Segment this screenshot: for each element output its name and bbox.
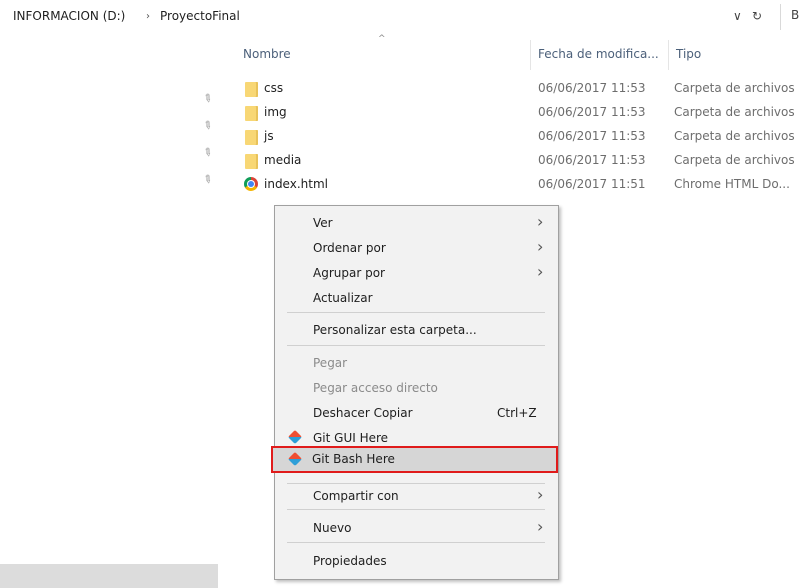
divider: [780, 4, 781, 30]
menu-item-label: Personalizar esta carpeta...: [313, 323, 477, 337]
file-date: 06/06/2017 11:53: [538, 153, 646, 167]
breadcrumb-folder[interactable]: ProyectoFinal: [160, 9, 240, 23]
file-type: Carpeta de archivos: [674, 81, 795, 95]
file-type: Chrome HTML Do...: [674, 177, 790, 191]
column-divider[interactable]: [668, 40, 669, 70]
menu-item-label: Agrupar por: [313, 266, 385, 280]
refresh-icon[interactable]: ↻: [752, 9, 762, 23]
menu-item-shortcut: Ctrl+Z: [497, 406, 537, 420]
file-type: Carpeta de archivos: [674, 105, 795, 119]
menu-item-label: Git GUI Here: [313, 431, 389, 445]
menu-item-label: Propiedades: [313, 554, 387, 568]
column-date[interactable]: Fecha de modifica...: [538, 47, 659, 61]
menu-separator: [287, 509, 545, 510]
file-date: 06/06/2017 11:51: [538, 177, 646, 191]
file-name: index.html: [264, 177, 328, 191]
file-name: img: [264, 105, 287, 119]
git-icon: [287, 429, 303, 445]
file-date: 06/06/2017 11:53: [538, 81, 646, 95]
file-name: css: [264, 81, 284, 95]
file-type: Carpeta de archivos: [674, 129, 795, 143]
folder-icon: [245, 130, 258, 145]
context-menu: Ver › Ordenar por › Agrupar por › Actual…: [274, 205, 559, 580]
navigation-pane-item[interactable]: [0, 564, 218, 588]
sort-ascending-icon: ^: [378, 34, 386, 44]
file-row[interactable]: img 06/06/2017 11:53 Carpeta de archivos: [240, 101, 800, 125]
folder-icon: [245, 82, 258, 97]
menu-item-pegar-acceso-directo: Pegar acceso directo: [275, 376, 558, 400]
menu-item-nuevo[interactable]: Nuevo ›: [275, 516, 558, 540]
folder-icon: [245, 154, 258, 169]
git-icon: [287, 451, 303, 467]
menu-item-ordenar-por[interactable]: Ordenar por ›: [275, 236, 558, 260]
menu-item-label: Pegar: [313, 356, 348, 370]
chevron-right-icon: ›: [537, 212, 544, 231]
column-name[interactable]: Nombre: [243, 47, 291, 61]
menu-item-label: Compartir con: [313, 489, 399, 503]
chevron-down-icon[interactable]: ∨: [733, 9, 742, 23]
file-name: media: [264, 153, 302, 167]
column-header: ^ Nombre Fecha de modifica... Tipo: [0, 34, 800, 70]
menu-item-label: Actualizar: [313, 291, 373, 305]
menu-item-label: Pegar acceso directo: [313, 381, 438, 395]
menu-item-actualizar[interactable]: Actualizar: [275, 286, 558, 310]
menu-item-label: Git Bash Here: [312, 452, 395, 466]
file-name: js: [264, 129, 274, 143]
file-row[interactable]: js 06/06/2017 11:53 Carpeta de archivos: [240, 125, 800, 149]
menu-item-git-bash-here[interactable]: Git Bash Here: [271, 446, 558, 473]
search-box-partial[interactable]: B: [791, 8, 799, 22]
chrome-icon: [244, 177, 258, 191]
pin-icon: ✎: [200, 144, 216, 161]
file-date: 06/06/2017 11:53: [538, 129, 646, 143]
menu-item-label: Deshacer Copiar: [313, 406, 413, 420]
menu-item-compartir-con[interactable]: Compartir con ›: [275, 484, 558, 508]
file-row[interactable]: css 06/06/2017 11:53 Carpeta de archivos: [240, 77, 800, 101]
menu-item-label: Ver: [313, 216, 333, 230]
breadcrumb-drive[interactable]: INFORMACION (D:): [13, 9, 125, 23]
menu-item-deshacer-copiar[interactable]: Deshacer Copiar Ctrl+Z: [275, 401, 558, 425]
chevron-right-icon: ›: [537, 517, 544, 536]
menu-item-personalizar[interactable]: Personalizar esta carpeta...: [275, 318, 558, 342]
menu-item-label: Nuevo: [313, 521, 352, 535]
menu-separator: [287, 542, 545, 543]
column-divider[interactable]: [530, 40, 531, 70]
chevron-right-icon: ›: [537, 237, 544, 256]
menu-separator: [287, 345, 545, 346]
menu-item-agrupar-por[interactable]: Agrupar por ›: [275, 261, 558, 285]
chevron-right-icon: ›: [537, 262, 544, 281]
file-row[interactable]: media 06/06/2017 11:53 Carpeta de archiv…: [240, 149, 800, 173]
pin-icon: ✎: [200, 171, 216, 188]
file-type: Carpeta de archivos: [674, 153, 795, 167]
column-type[interactable]: Tipo: [676, 47, 701, 61]
file-date: 06/06/2017 11:53: [538, 105, 646, 119]
pin-icon: ✎: [200, 117, 216, 134]
address-bar[interactable]: INFORMACION (D:) › ProyectoFinal ∨ ↻ B: [0, 0, 800, 34]
menu-separator: [287, 312, 545, 313]
menu-item-ver[interactable]: Ver ›: [275, 211, 558, 235]
pin-icon: ✎: [200, 90, 216, 107]
chevron-right-icon: ›: [537, 485, 544, 504]
menu-item-pegar: Pegar: [275, 351, 558, 375]
menu-item-propiedades[interactable]: Propiedades: [275, 549, 558, 573]
file-row[interactable]: index.html 06/06/2017 11:51 Chrome HTML …: [240, 173, 800, 197]
menu-item-label: Ordenar por: [313, 241, 386, 255]
breadcrumb-separator-icon: ›: [146, 11, 150, 22]
folder-icon: [245, 106, 258, 121]
